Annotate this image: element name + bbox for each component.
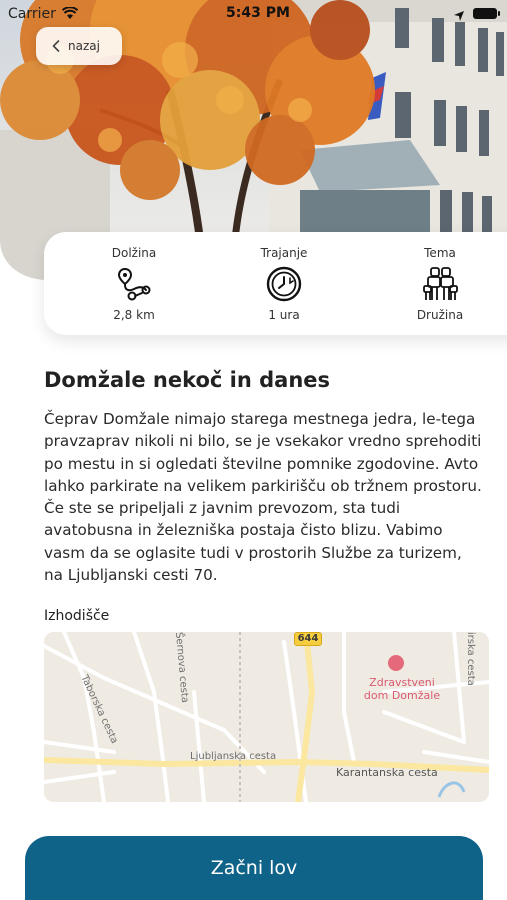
start-point-label: Izhodišče — [44, 608, 110, 624]
tour-title: Domžale nekoč in danes — [44, 368, 331, 392]
info-duration: Trajanje 1 ura — [224, 232, 344, 335]
back-button[interactable]: nazaj — [36, 27, 122, 65]
wifi-icon — [61, 5, 79, 24]
info-duration-title: Trajanje — [260, 246, 308, 260]
info-theme: Tema Družina — [380, 232, 500, 335]
tour-description: Čeprav Domžale nimajo starega mestnega j… — [44, 410, 482, 585]
info-length-title: Dolžina — [111, 246, 157, 260]
battery-icon — [473, 8, 500, 19]
carrier-label: Carrier — [8, 6, 56, 22]
road-number-badge: 644 — [294, 632, 322, 646]
info-length-value: 2,8 km — [113, 308, 155, 322]
chevron-left-icon — [52, 37, 60, 56]
clock-icon — [266, 266, 302, 302]
info-theme-value: Družina — [416, 308, 464, 322]
back-label: nazaj — [68, 39, 100, 53]
map-street-label: Virska cesta — [464, 632, 476, 686]
map-street-label: Karantanska cesta — [336, 766, 438, 779]
start-point-map[interactable]: Šernova cesta Taborska cesta Ljubljanska… — [44, 632, 489, 802]
info-length: Dolžina 2,8 km — [74, 232, 194, 335]
status-bar: Carrier 5:43 PM — [0, 0, 507, 28]
map-poi-label: Zdravstveni dom Domžale — [363, 676, 441, 702]
start-hunt-button[interactable]: Začni lov — [25, 836, 483, 900]
location-arrow-icon — [453, 7, 465, 26]
clock-time: 5:43 PM — [226, 5, 290, 21]
info-duration-value: 1 ura — [268, 308, 300, 322]
medical-poi-icon[interactable] — [388, 655, 404, 671]
map-street-label: Ljubljanska cesta — [190, 751, 277, 762]
route-icon — [116, 266, 152, 302]
tour-info-card: Dolžina 2,8 km Trajanje 1 ura Tema Druži… — [44, 232, 507, 335]
info-theme-title: Tema — [424, 246, 456, 260]
family-icon — [422, 266, 458, 302]
